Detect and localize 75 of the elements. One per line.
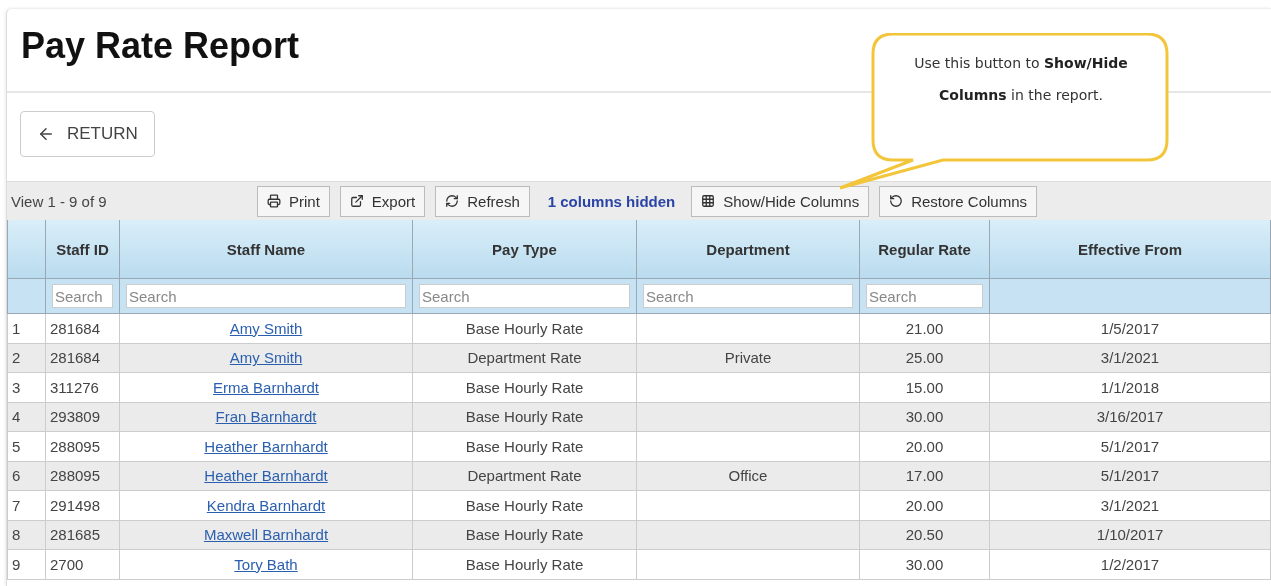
- column-header[interactable]: Pay Type: [412, 220, 637, 279]
- row-number: 7: [7, 490, 46, 520]
- table-cell: 30.00: [859, 549, 990, 579]
- grid-icon: [701, 194, 716, 208]
- table-cell: 3/16/2017: [989, 402, 1271, 432]
- table-cell: 288095: [45, 461, 120, 491]
- row-number: 9: [7, 549, 46, 579]
- printer-icon: [267, 194, 281, 208]
- restore-button[interactable]: Restore Columns: [879, 185, 1038, 217]
- show-hide-columns-button[interactable]: Show/Hide Columns: [691, 185, 870, 217]
- column-header[interactable]: Regular Rate: [859, 220, 990, 279]
- table-cell: 2700: [45, 549, 120, 579]
- table-cell: 288095: [45, 431, 120, 461]
- search-field[interactable]: Search: [866, 284, 983, 308]
- table-cell: Base Hourly Rate: [412, 372, 637, 402]
- table-cell: 293809: [45, 402, 120, 432]
- table-cell: 1/1/2018: [989, 372, 1271, 402]
- row-number: 1: [7, 313, 46, 343]
- table-cell: 15.00: [859, 372, 990, 402]
- staff-name-link[interactable]: Tory Bath: [234, 555, 298, 573]
- table-cell: 25.00: [859, 343, 990, 373]
- column-header[interactable]: Staff Name: [119, 220, 413, 279]
- table-cell: 3/1/2021: [989, 343, 1271, 373]
- external-link-icon: [349, 194, 364, 208]
- table-cell: 291498: [45, 490, 120, 520]
- view-count: View 1 - 9 of 9: [11, 192, 108, 210]
- table-cell: 1/10/2017: [989, 520, 1271, 550]
- search-field[interactable]: Search: [126, 284, 406, 308]
- search-field[interactable]: Search: [643, 284, 853, 308]
- table-cell: 17.00: [859, 461, 990, 491]
- row-number: 8: [7, 520, 46, 550]
- table-cell: Base Hourly Rate: [412, 520, 637, 550]
- column-header[interactable]: Staff ID: [45, 220, 120, 279]
- row-number: 2: [7, 343, 46, 373]
- return-button[interactable]: RETURN: [20, 111, 155, 157]
- table-cell: Base Hourly Rate: [412, 313, 637, 343]
- table-cell: 281684: [45, 313, 120, 343]
- table-cell: 20.00: [859, 431, 990, 461]
- table-cell: Private: [636, 343, 860, 373]
- table-cell: 1/2/2017: [989, 549, 1271, 579]
- table-cell: Base Hourly Rate: [412, 549, 637, 579]
- table-cell: 311276: [45, 372, 120, 402]
- search-field[interactable]: Search: [52, 284, 113, 308]
- row-number: 6: [7, 461, 46, 491]
- table-cell: Base Hourly Rate: [412, 431, 637, 461]
- search-field[interactable]: Search: [419, 284, 630, 308]
- row-number: 5: [7, 431, 46, 461]
- print-button[interactable]: Print: [257, 185, 330, 217]
- table-cell: 20.50: [859, 520, 990, 550]
- undo-icon: [889, 194, 904, 208]
- staff-name-link[interactable]: Amy Smith: [229, 319, 303, 337]
- row-number: 3: [7, 372, 46, 402]
- table-cell: 3/1/2021: [989, 490, 1271, 520]
- refresh-button[interactable]: Refresh: [435, 185, 530, 217]
- export-button[interactable]: Export: [339, 185, 426, 217]
- table-cell: Base Hourly Rate: [412, 402, 637, 432]
- table-cell: 21.00: [859, 313, 990, 343]
- column-header[interactable]: Department: [636, 220, 860, 279]
- table-cell: Department Rate: [412, 343, 637, 373]
- table-cell: 1/5/2017: [989, 313, 1271, 343]
- row-number: 4: [7, 402, 46, 432]
- table-cell: Department Rate: [412, 461, 637, 491]
- table-cell: 5/1/2017: [989, 431, 1271, 461]
- refresh-icon: [445, 194, 460, 208]
- table-cell: 281685: [45, 520, 120, 550]
- table-cell: Base Hourly Rate: [412, 490, 637, 520]
- hidden-columns-link[interactable]: 1 columns hidden: [547, 192, 676, 210]
- callout-text: Use this button to Show/Hide Columns in the report.: [913, 54, 1129, 105]
- table-cell: 20.00: [859, 490, 990, 520]
- table-cell: 30.00: [859, 402, 990, 432]
- table-cell: 281684: [45, 343, 120, 373]
- table-cell: 5/1/2017: [989, 461, 1271, 491]
- table-cell: Office: [636, 461, 860, 491]
- staff-name-link[interactable]: Amy Smith: [229, 349, 303, 367]
- column-header[interactable]: Effective From: [989, 220, 1271, 279]
